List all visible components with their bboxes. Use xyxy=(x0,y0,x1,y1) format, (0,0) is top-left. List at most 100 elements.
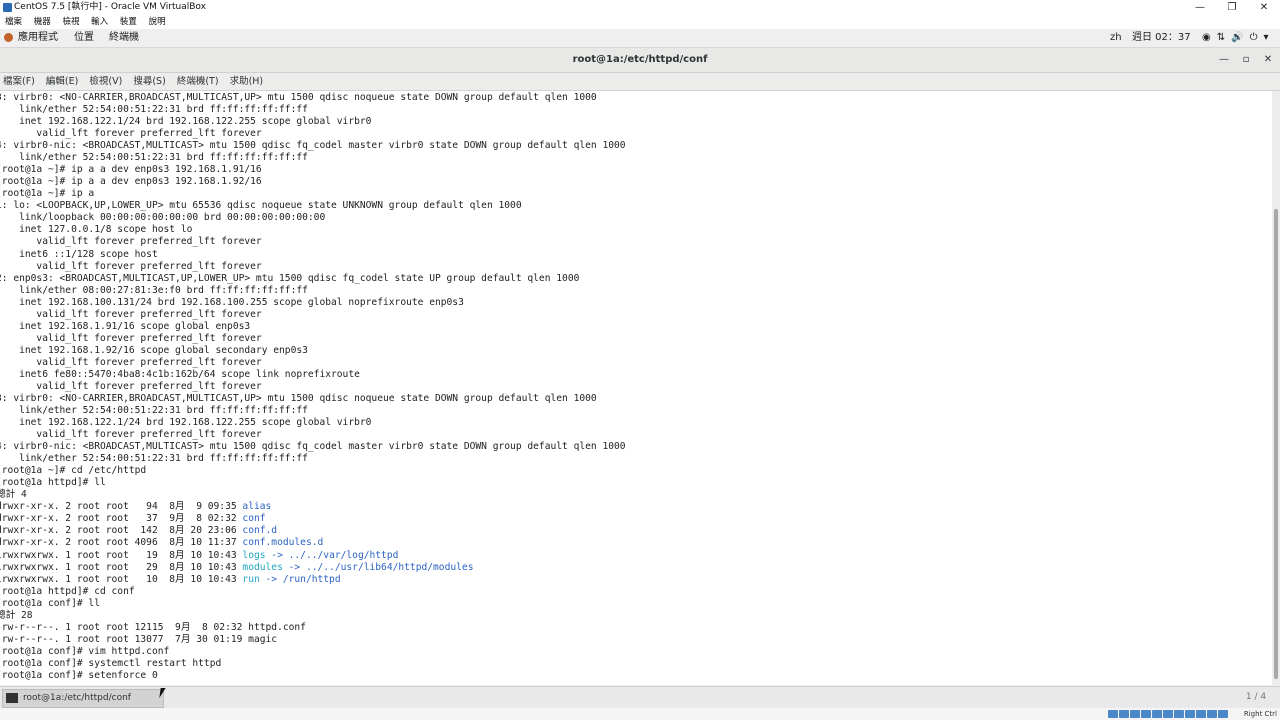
vbox-menu-devices[interactable]: 裝置 xyxy=(120,15,137,29)
cpu-icon[interactable] xyxy=(1196,710,1206,718)
vbox-menu-view[interactable]: 檢視 xyxy=(62,15,79,29)
terminal-line: inet6 ::1/128 scope host xyxy=(0,249,158,261)
terminal-output[interactable]: 3: virbr0: <NO-CARRIER,BROADCAST,MULTICA… xyxy=(0,91,1272,685)
terminal-text: inet 192.168.100.131/24 brd 192.168.100.… xyxy=(0,296,464,308)
system-menu-arrow-icon[interactable]: ▾ xyxy=(1264,29,1269,47)
taskbar-item-label: root@1a:/etc/httpd/conf xyxy=(23,693,131,703)
terminal-text: [root@1a conf]# vim httpd.conf xyxy=(0,645,170,657)
accessibility-icon[interactable]: ◉ xyxy=(1202,29,1211,47)
usb-icon[interactable] xyxy=(1152,710,1162,718)
shared-folder-icon[interactable] xyxy=(1163,710,1173,718)
terminal-menu-terminal[interactable]: 終端機(T) xyxy=(177,73,219,90)
terminal-text: valid_lft forever preferred_lft forever xyxy=(0,260,262,272)
vbox-menubar: 檔案 機器 檢視 輸入 裝置 說明 xyxy=(0,15,1280,29)
terminal-menu-help[interactable]: 求助(H) xyxy=(230,73,264,90)
terminal-menu-search[interactable]: 搜尋(S) xyxy=(133,73,165,90)
terminal-line: inet 127.0.0.1/8 scope host lo xyxy=(0,224,192,236)
network-adapter-icon[interactable] xyxy=(1141,710,1151,718)
terminal-line: [root@1a ~]# cd /etc/httpd xyxy=(0,465,146,477)
symlink-name: logs xyxy=(242,549,266,561)
terminal-text: -rw-r--r--. 1 root root 12115 9月 8 02:32… xyxy=(0,621,306,633)
terminal-text: inet 127.0.0.1/8 scope host lo xyxy=(0,224,193,236)
terminal-line: drwxr-xr-x. 2 root root 37 9月 8 02:32 co… xyxy=(0,513,266,525)
display-icon[interactable] xyxy=(1174,710,1184,718)
terminal-text: valid_lft forever preferred_lft forever xyxy=(0,380,262,392)
vbox-window-title: CentOS 7.5 [執行中] - Oracle VM VirtualBox xyxy=(14,2,206,12)
terminal-line: 4: virbr0-nic: <BROADCAST,MULTICAST> mtu… xyxy=(0,441,626,453)
taskbar-item-terminal[interactable]: root@1a:/etc/httpd/conf xyxy=(2,689,164,708)
terminal-text: -rw-r--r--. 1 root root 13077 7月 30 01:1… xyxy=(0,633,278,645)
places-menu[interactable]: 位置 xyxy=(74,29,94,47)
terminal-text: inet 192.168.1.92/16 scope global second… xyxy=(0,344,308,356)
terminal-text: valid_lft forever preferred_lft forever xyxy=(0,128,262,140)
scrollbar-thumb[interactable] xyxy=(1274,209,1278,679)
terminal-line: valid_lft forever preferred_lft forever xyxy=(0,128,262,140)
vbox-menu-input[interactable]: 輸入 xyxy=(91,15,108,29)
terminal-scrollbar[interactable] xyxy=(1272,91,1280,685)
clock[interactable]: 週日 02：37 xyxy=(1132,29,1191,47)
vbox-menu-machine[interactable]: 機器 xyxy=(34,15,51,29)
terminal-text: lrwxrwxrwx. 1 root root 19 8月 10 10:43 xyxy=(0,549,243,561)
workspace-indicator[interactable]: 1 / 4 xyxy=(1238,690,1274,705)
terminal-minimize-button[interactable]: — xyxy=(1218,48,1230,72)
applications-menu[interactable]: 應用程式 xyxy=(18,29,58,47)
host-key-label: Right Ctrl xyxy=(1243,710,1277,718)
terminal-text: inet 192.168.1.91/16 scope global enp0s3 xyxy=(0,320,251,332)
terminal-line: link/ether 52:54:00:51:22:31 brd ff:ff:f… xyxy=(0,152,308,164)
vbox-titlebar: CentOS 7.5 [執行中] - Oracle VM VirtualBox … xyxy=(0,0,1280,15)
symlink-name: run xyxy=(242,573,260,585)
close-button[interactable]: ✕ xyxy=(1248,0,1280,15)
terminal-text: 4: virbr0-nic: <BROADCAST,MULTICAST> mtu… xyxy=(0,441,626,453)
terminal-text: [root@1a conf]# systemctl restart httpd xyxy=(0,657,222,669)
terminal-text: drwxr-xr-x. 2 root root 4096 8月 10 11:37 xyxy=(0,537,243,549)
vbox-menu-file[interactable]: 檔案 xyxy=(5,15,22,29)
mouse-integration-icon[interactable] xyxy=(1207,710,1217,718)
terminal-text: link/loopback 00:00:00:00:00:00 brd 00:0… xyxy=(0,212,326,224)
terminal-text: [root@1a conf]# setenforce 0 xyxy=(0,669,158,681)
minimize-button[interactable]: — xyxy=(1184,0,1216,15)
vbox-statusbar: Right Ctrl xyxy=(0,708,1280,720)
terminal-line: drwxr-xr-x. 2 root root 94 8月 9 09:35 al… xyxy=(0,501,271,513)
terminal-text: 1: lo: <LOOPBACK,UP,LOWER_UP> mtu 65536 … xyxy=(0,200,522,212)
recording-icon[interactable] xyxy=(1185,710,1195,718)
terminal-menu-edit[interactable]: 編輯(E) xyxy=(46,73,78,90)
terminal-text: drwxr-xr-x. 2 root root 37 9月 8 02:32 xyxy=(0,513,243,525)
terminal-menubar: 檔案(F) 編輯(E) 檢視(V) 搜尋(S) 終端機(T) 求助(H) xyxy=(0,73,1280,91)
terminal-text: 總計 4 xyxy=(0,489,27,501)
terminal-text: inet6 fe80::5470:4ba8:4c1b:162b/64 scope… xyxy=(0,368,360,380)
terminal-line: inet 192.168.122.1/24 brd 192.168.122.25… xyxy=(0,417,371,429)
terminal-text: valid_lft forever preferred_lft forever xyxy=(0,332,262,344)
optical-drive-icon[interactable] xyxy=(1119,710,1129,718)
terminal-text: drwxr-xr-x. 2 root root 94 8月 9 09:35 xyxy=(0,501,243,513)
terminal-maximize-button[interactable]: ▫ xyxy=(1240,48,1252,72)
terminal-text: valid_lft forever preferred_lft forever xyxy=(0,236,262,248)
power-icon[interactable]: ⏻ xyxy=(1250,29,1258,47)
system-tray[interactable]: ◉ ⇅ 🔊 ⏻ ▾ xyxy=(1202,29,1269,47)
terminal-text: [root@1a ~]# ip a a dev enp0s3 192.168.1… xyxy=(0,176,262,188)
vbox-window-controls: — ❐ ✕ xyxy=(1184,0,1280,15)
terminal-text: 總計 28 xyxy=(0,609,33,621)
terminal-text: 4: virbr0-nic: <BROADCAST,MULTICAST> mtu… xyxy=(0,140,626,152)
audio-icon[interactable] xyxy=(1130,710,1140,718)
hard-disk-icon[interactable] xyxy=(1108,710,1118,718)
terminal-line: 3: virbr0: <NO-CARRIER,BROADCAST,MULTICA… xyxy=(0,92,597,104)
terminal-menu-view[interactable]: 檢視(V) xyxy=(89,73,122,90)
terminal-line: valid_lft forever preferred_lft forever xyxy=(0,429,261,441)
input-language-indicator[interactable]: zh xyxy=(1110,29,1122,47)
directory-name: alias xyxy=(242,501,272,513)
keyboard-icon[interactable] xyxy=(1218,710,1228,718)
terminal-text: inet6 ::1/128 scope host xyxy=(0,248,158,260)
terminal-menu-file[interactable]: 檔案(F) xyxy=(3,73,35,90)
volume-icon[interactable]: 🔊 xyxy=(1231,29,1243,47)
vbox-menu-help[interactable]: 說明 xyxy=(149,15,166,29)
terminal-line: valid_lft forever preferred_lft forever xyxy=(0,357,261,369)
terminal-text: link/ether 52:54:00:51:22:31 brd ff:ff:f… xyxy=(0,453,308,465)
terminal-text: link/ether 08:00:27:81:3e:f0 brd ff:ff:f… xyxy=(0,284,308,296)
restore-button[interactable]: ❐ xyxy=(1216,0,1248,15)
directory-name: -> /run/httpd xyxy=(259,573,341,585)
terminal-app-menu[interactable]: 終端機 xyxy=(109,29,139,47)
terminal-close-button[interactable]: ✕ xyxy=(1262,48,1274,72)
network-icon[interactable]: ⇅ xyxy=(1217,29,1225,47)
terminal-window-controls: — ▫ ✕ xyxy=(1218,48,1274,72)
terminal-text: [root@1a conf]# ll xyxy=(0,597,100,609)
